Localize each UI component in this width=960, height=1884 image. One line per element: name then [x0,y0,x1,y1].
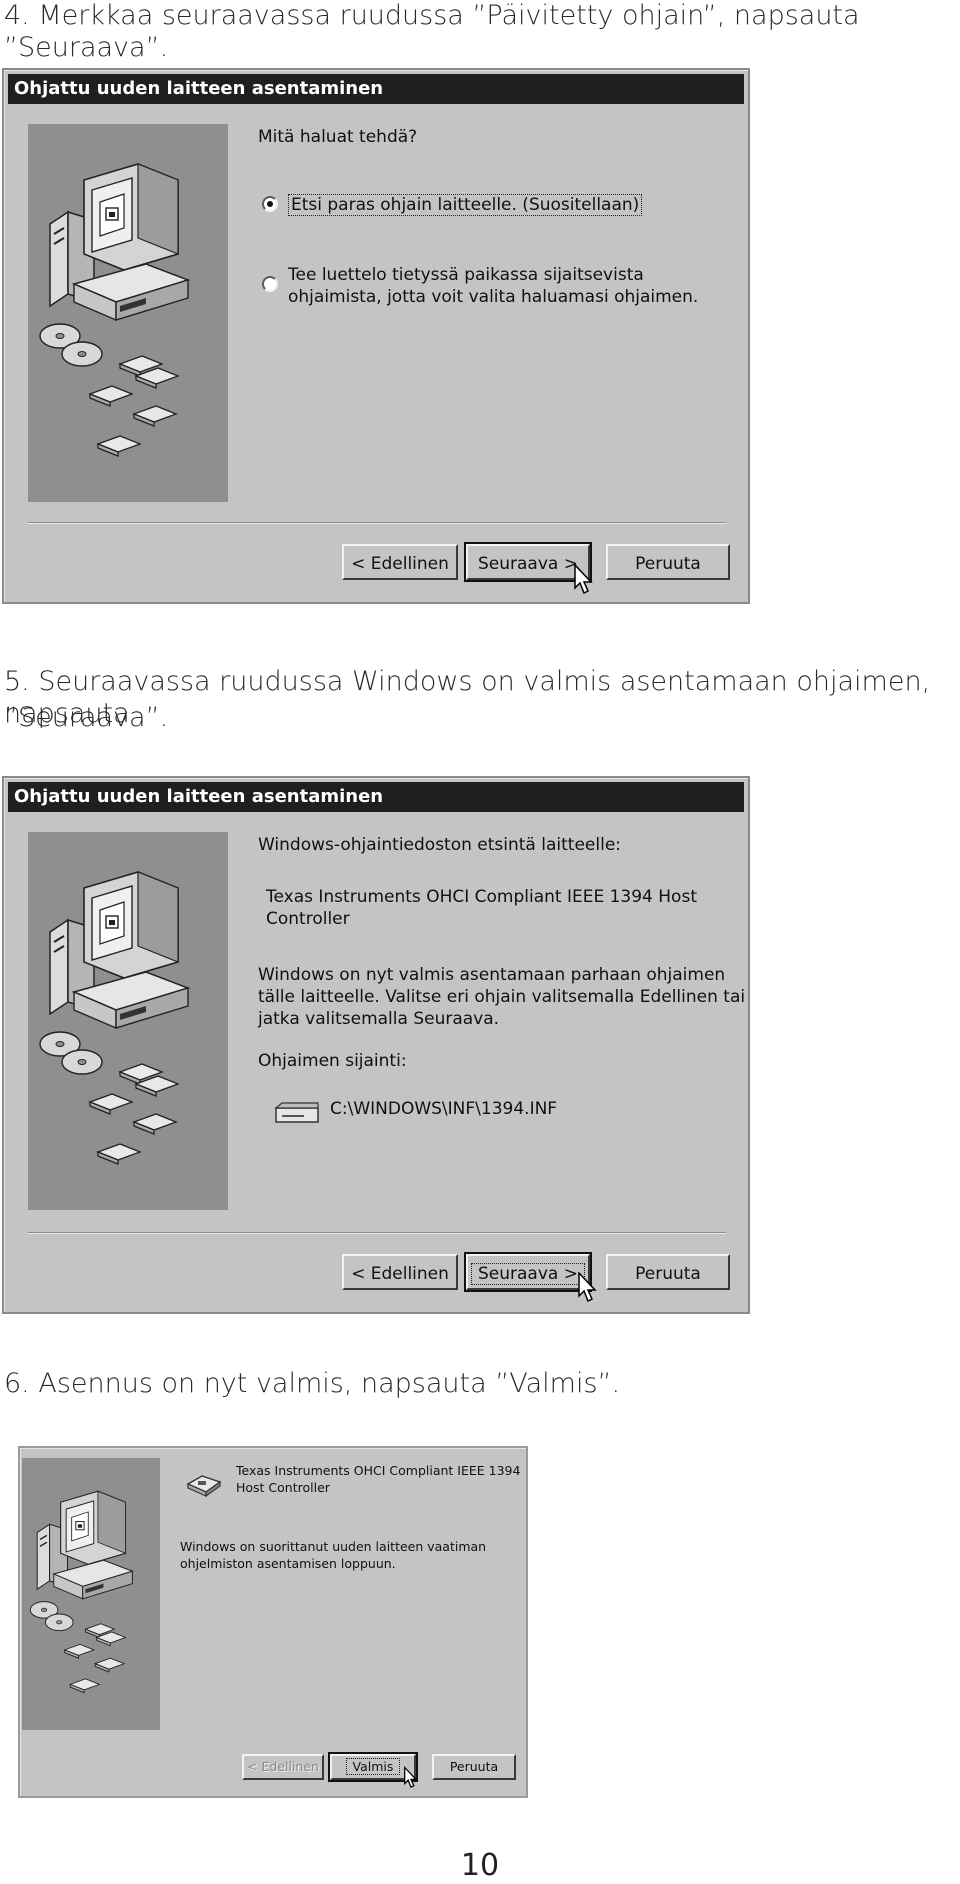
back-button[interactable]: < Edellinen [342,544,458,580]
option-list-drivers-label-line2[interactable]: ohjaimista, jotta voit valita haluamasi … [288,286,698,308]
separator [28,522,726,524]
hardware-device-icon [186,1475,222,1498]
computer-install-illustration [22,1463,160,1725]
option-list-drivers-label-line1[interactable]: Tee luettelo tietyssä paikassa sijaitsev… [288,264,644,286]
step-6-instruction: 6. Asennus on nyt valmis, napsauta ”Valm… [4,1368,621,1399]
back-button[interactable]: < Edellinen [342,1254,458,1290]
cancel-button[interactable]: Peruuta [432,1754,516,1780]
step-5-instruction-line2: ”Seuraava”. [4,702,169,733]
back-button[interactable]: < Edellinen [242,1754,324,1780]
dialog-title: Ohjattu uuden laitteen asentaminen [8,74,744,104]
next-button[interactable]: Seuraava > [464,542,592,582]
option-search-best-driver-label[interactable]: Etsi paras ohjain laitteelle. (Suositell… [288,194,643,216]
ready-message-line1: Windows on nyt valmis asentamaan parhaan… [258,965,726,985]
wizard-illustration [28,832,228,1210]
computer-install-illustration [28,124,228,502]
wizard-illustration [22,1458,160,1730]
radio-selected-dot [267,201,273,207]
next-button[interactable]: Seuraava > [464,1252,592,1292]
device-name-line1: Texas Instruments OHCI Compliant IEEE 13… [236,1463,521,1478]
mouse-cursor-icon [404,1766,418,1788]
dialog-title: Ohjattu uuden laitteen asentaminen [8,782,744,812]
mouse-cursor-icon [574,564,593,595]
driver-location-path: C:\WINDOWS\INF\1394.INF [330,1099,558,1119]
mouse-cursor-icon [578,1272,597,1303]
question-label: Mitä haluat tehdä? [258,127,418,147]
step-4-instruction: 4. Merkkaa seuraavassa ruudussa ”Päivite… [4,0,860,63]
device-name-line2: Controller [266,909,350,929]
ready-message-line2: tälle laitteelle. Valitse eri ohjain val… [258,987,746,1007]
device-name-line1: Texas Instruments OHCI Compliant IEEE 13… [266,887,697,907]
ready-message-line3: jatka valitsemalla Seuraava. [258,1009,500,1029]
computer-install-illustration [28,832,228,1210]
radio-list-drivers[interactable] [262,276,278,292]
dialog-hardware-wizard-step2: Ohjattu uuden laitteen asentaminen Windo… [2,776,750,1314]
dialog-hardware-wizard-finish: Texas Instruments OHCI Compliant IEEE 13… [18,1446,528,1798]
page-number: 10 [460,1848,500,1883]
wizard-illustration [28,124,228,502]
device-name-line2: Host Controller [236,1480,330,1495]
separator [28,1232,726,1234]
finish-message-line2: ohjelmiston asentamisen loppuun. [180,1556,396,1571]
cancel-button[interactable]: Peruuta [606,1254,730,1290]
dialog-hardware-wizard-step1: Ohjattu uuden laitteen asentaminen Mitä … [2,68,750,604]
radio-search-best-driver[interactable] [262,196,278,212]
finish-message-line1: Windows on suorittanut uuden laitteen va… [180,1539,487,1554]
driver-location-label: Ohjaimen sijainti: [258,1051,407,1071]
search-heading: Windows-ohjaintiedoston etsintä laitteel… [258,835,622,855]
disk-drive-icon [274,1102,319,1123]
cancel-button[interactable]: Peruuta [606,544,730,580]
